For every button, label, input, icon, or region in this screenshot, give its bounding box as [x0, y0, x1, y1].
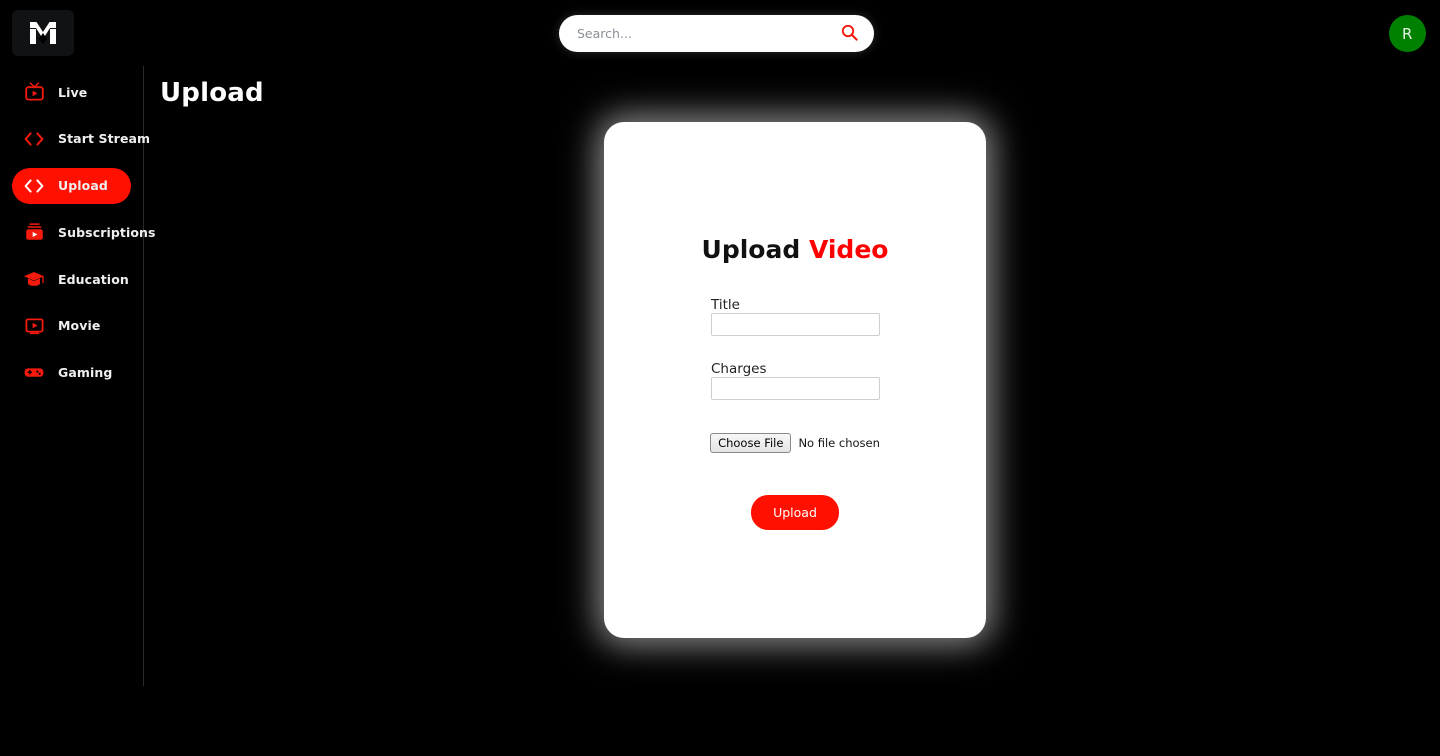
main-content: Upload Upload Video Title Charges Choose…: [144, 66, 1440, 686]
user-avatar[interactable]: R: [1389, 15, 1426, 52]
sidebar-item-label: Subscriptions: [58, 224, 156, 240]
title-input[interactable]: [711, 313, 880, 336]
card-title-primary: Upload: [701, 235, 801, 264]
sidebar-item-label: Live: [58, 84, 88, 100]
code-brackets-icon: [22, 176, 46, 196]
gamepad-icon: [22, 363, 46, 383]
sidebar-item-upload[interactable]: Upload: [12, 167, 131, 204]
graduation-cap-icon: [22, 269, 46, 289]
subscriptions-icon: [22, 222, 46, 242]
upload-form: Title Charges: [604, 294, 986, 400]
code-brackets-icon: [22, 129, 46, 149]
page-title: Upload: [160, 78, 264, 108]
upload-submit-button[interactable]: Upload: [751, 495, 839, 530]
avatar-initial: R: [1402, 24, 1413, 43]
sidebar-item-label: Movie: [58, 318, 101, 334]
file-input-row[interactable]: Choose File No file chosen: [604, 433, 986, 453]
sidebar-item-movie[interactable]: Movie: [12, 308, 131, 344]
sidebar-item-subscriptions[interactable]: Subscriptions: [12, 214, 155, 250]
top-bar: R: [0, 0, 1440, 66]
app-logo[interactable]: [12, 10, 74, 56]
sidebar-item-label: Education: [58, 271, 129, 287]
title-field-label: Title: [711, 297, 740, 313]
upload-video-card: Upload Video Title Charges Choose File N…: [604, 122, 986, 638]
sidebar-item-gaming[interactable]: Gaming: [12, 355, 131, 391]
search-input[interactable]: [559, 26, 837, 41]
charges-field-label: Charges: [711, 361, 767, 377]
file-status-text: No file chosen: [798, 436, 880, 450]
choose-file-button[interactable]: Choose File: [710, 433, 792, 453]
sidebar: Live Start Stream Upload Subscriptions E…: [0, 66, 155, 686]
search-button[interactable]: [837, 24, 874, 44]
charges-input[interactable]: [711, 377, 880, 400]
mitra-logo-icon: [28, 20, 58, 46]
search-icon: [841, 24, 858, 44]
sidebar-item-education[interactable]: Education: [12, 261, 131, 297]
search-bar[interactable]: [559, 15, 874, 52]
live-tv-icon: [22, 82, 46, 102]
sidebar-item-label: Start Stream: [58, 131, 151, 147]
sidebar-item-label: Gaming: [58, 365, 113, 381]
sidebar-item-label: Upload: [58, 178, 108, 194]
sidebar-item-live[interactable]: Live: [12, 74, 131, 110]
card-title-accent: Video: [808, 235, 889, 264]
movie-play-icon: [22, 316, 46, 336]
sidebar-item-start-stream[interactable]: Start Stream: [12, 121, 150, 157]
card-title: Upload Video: [604, 235, 986, 264]
